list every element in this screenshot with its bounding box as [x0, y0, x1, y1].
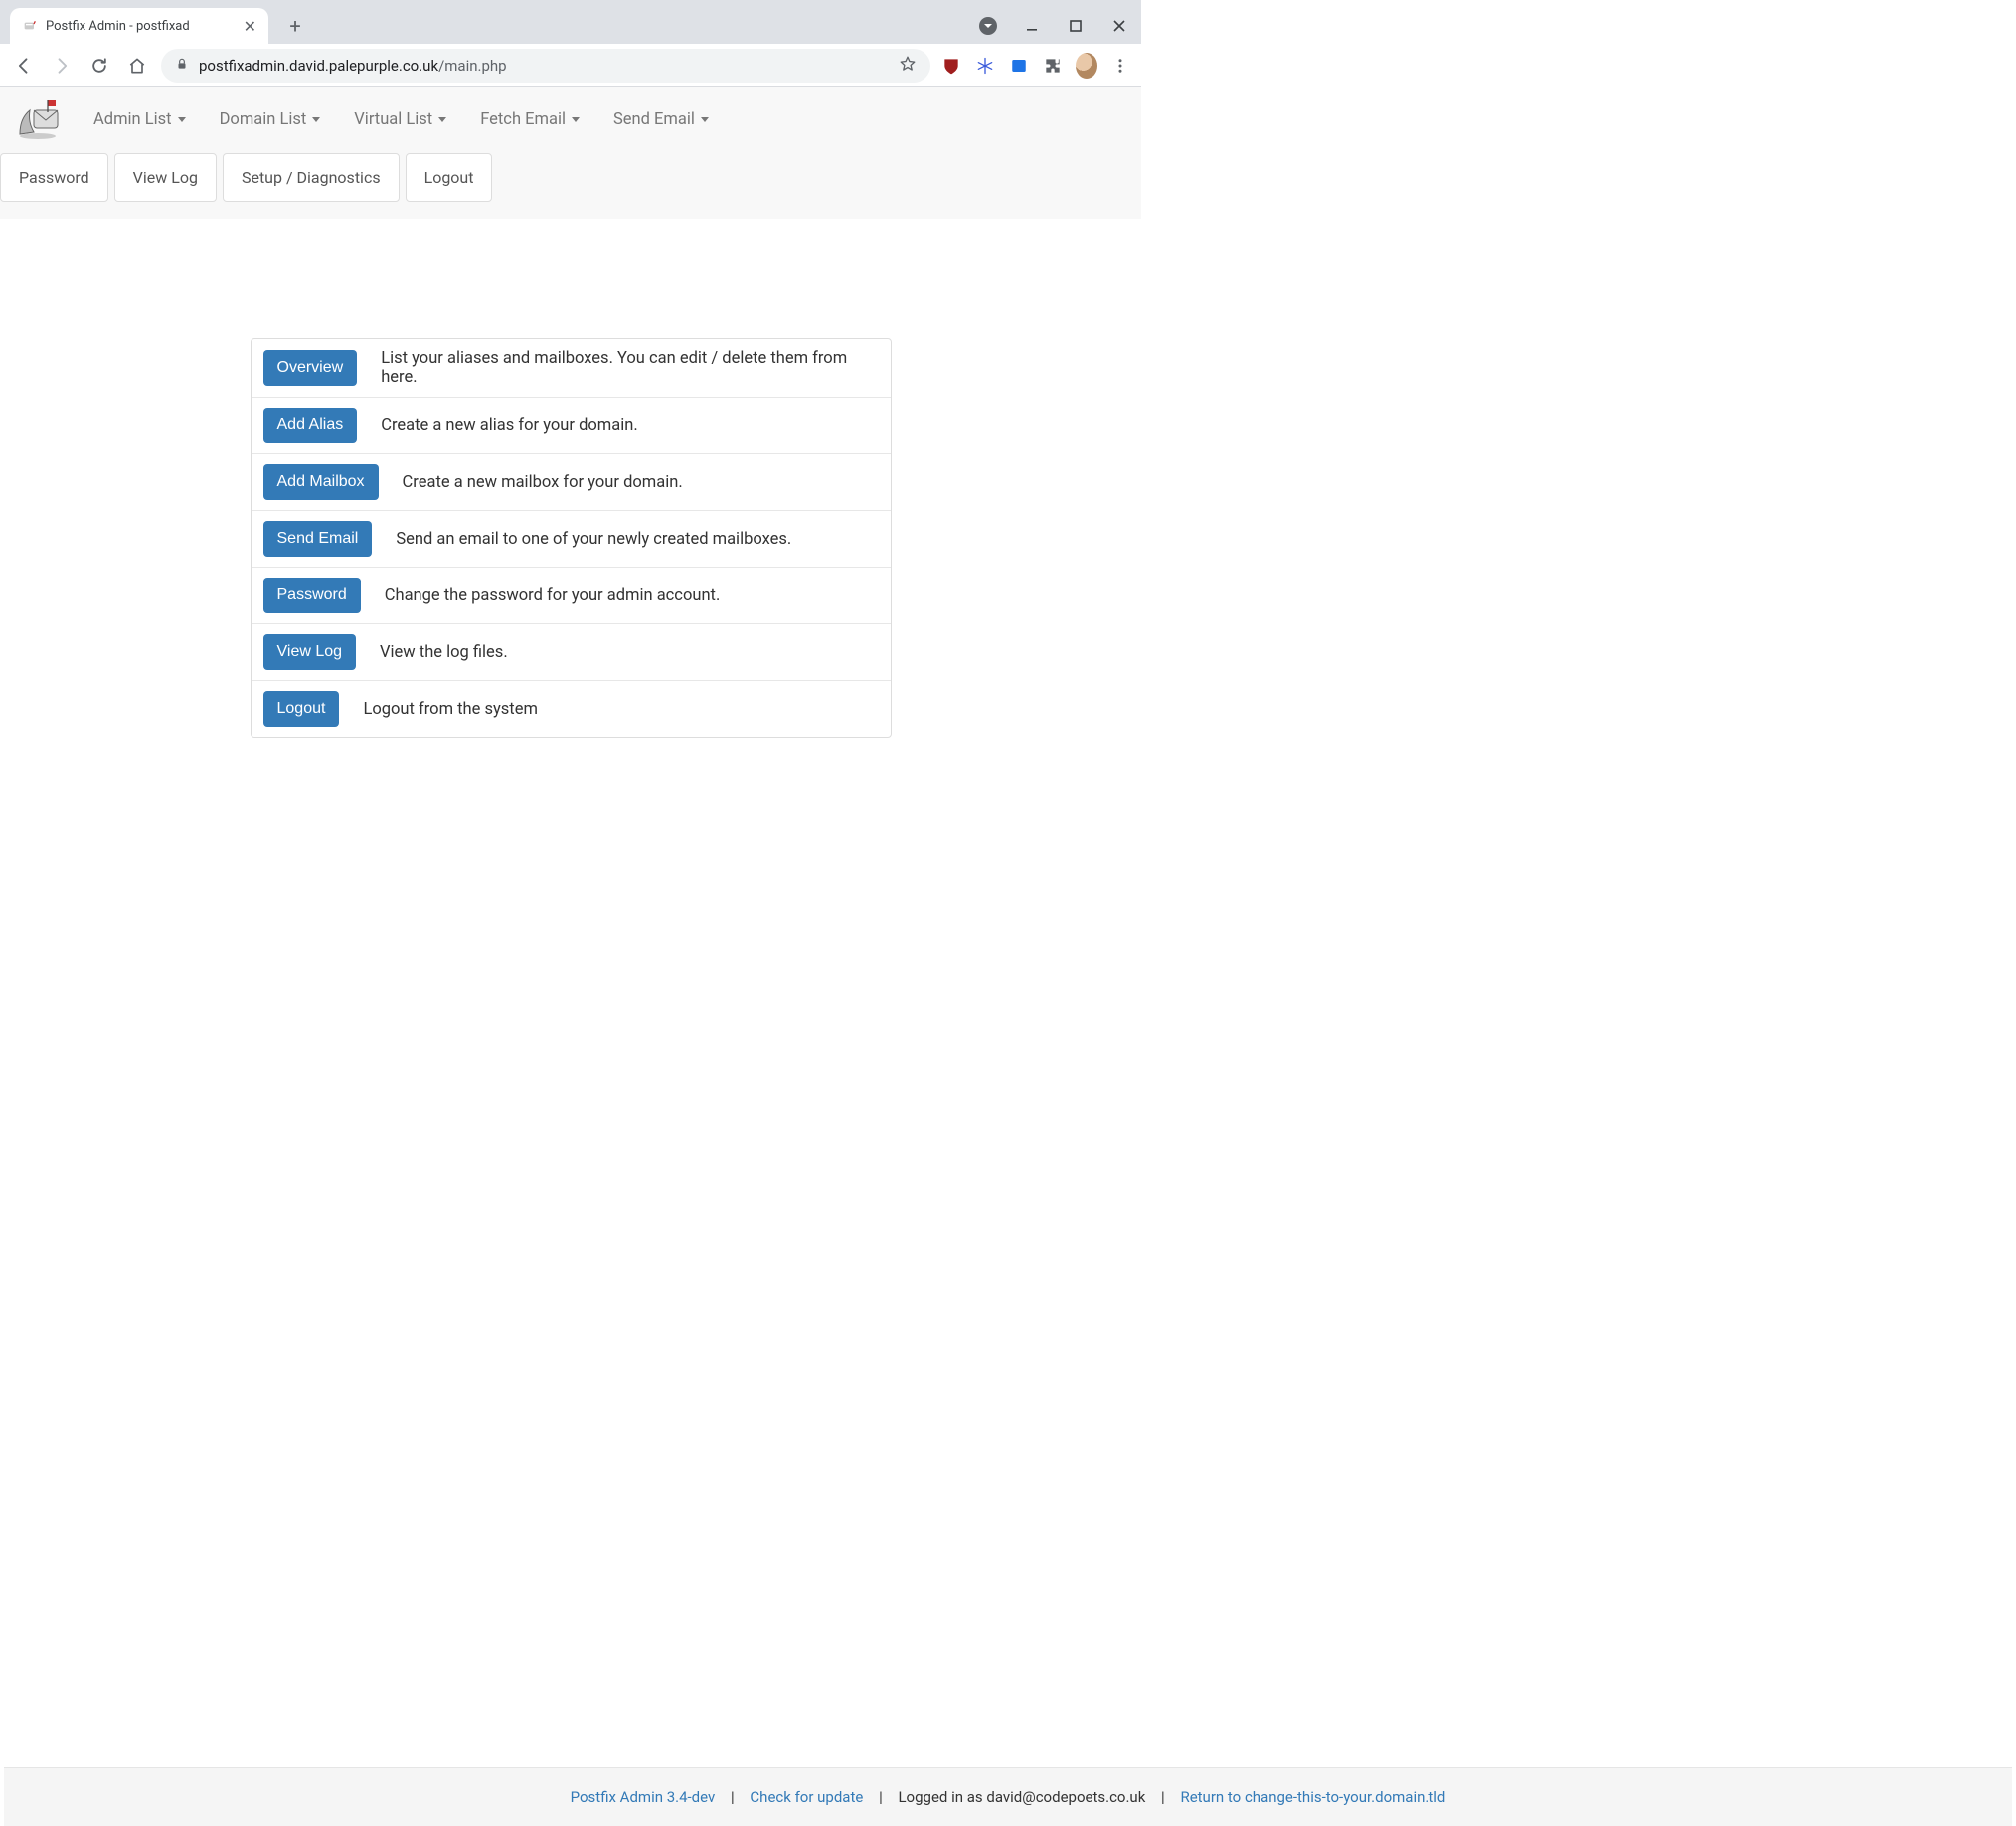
footer-version-link[interactable]: Postfix Admin 3.4-dev	[571, 1788, 716, 1806]
tab-view-log[interactable]: View Log	[114, 153, 217, 202]
browser-toolbar: postfixadmin.david.palepurple.co.uk/main…	[0, 44, 1141, 87]
view-log-button[interactable]: View Log	[263, 634, 357, 670]
caret-down-icon	[572, 117, 580, 122]
nav-item-admin-list[interactable]: Admin List	[87, 98, 192, 141]
action-row-logout: Logout Logout from the system	[252, 681, 891, 737]
nav-right-tabs: Password View Log Setup / Diagnostics Lo…	[0, 153, 1141, 202]
browser-chrome: Postfix Admin - postfixad ✕ +	[0, 0, 1141, 87]
snowflake-icon[interactable]	[974, 55, 996, 77]
page-body: Admin List Domain List Virtual List Fetc…	[0, 87, 1141, 738]
nav-item-label: Admin List	[93, 110, 172, 129]
logout-button[interactable]: Logout	[263, 691, 340, 727]
window-maximize-icon[interactable]	[1054, 8, 1097, 44]
close-icon[interactable]: ✕	[244, 17, 256, 36]
footer-check-update-link[interactable]: Check for update	[750, 1788, 863, 1806]
action-row-password: Password Change the password for your ad…	[252, 568, 891, 624]
action-desc: Send an email to one of your newly creat…	[396, 530, 791, 549]
browser-tab[interactable]: Postfix Admin - postfixad ✕	[10, 8, 268, 44]
action-desc: Logout from the system	[363, 700, 537, 719]
back-button[interactable]	[10, 52, 38, 80]
url-text: postfixadmin.david.palepurple.co.uk/main…	[199, 57, 507, 75]
action-row-add-mailbox: Add Mailbox Create a new mailbox for you…	[252, 454, 891, 511]
tab-strip: Postfix Admin - postfixad ✕ +	[0, 0, 1141, 44]
tab-title: Postfix Admin - postfixad	[46, 19, 236, 34]
url-host: postfixadmin.david.palepurple.co.uk	[199, 57, 438, 75]
action-desc: View the log files.	[380, 643, 508, 662]
window-close-icon[interactable]	[1097, 8, 1141, 44]
nav-item-domain-list[interactable]: Domain List	[214, 98, 327, 141]
tab-password[interactable]: Password	[0, 153, 108, 202]
tab-logout[interactable]: Logout	[406, 153, 493, 202]
forward-button[interactable]	[48, 52, 76, 80]
action-row-overview: Overview List your aliases and mailboxes…	[252, 339, 891, 398]
reload-button[interactable]	[85, 52, 113, 80]
profile-avatar[interactable]	[1076, 55, 1097, 77]
action-desc: Create a new alias for your domain.	[381, 416, 638, 435]
footer-logged-in-user: david@codepoets.co.uk	[986, 1788, 1145, 1806]
lock-icon	[175, 57, 189, 75]
footer-logged-in-prefix: Logged in as	[898, 1788, 986, 1806]
nav-item-fetch-email[interactable]: Fetch Email	[474, 98, 586, 141]
tab-favicon	[22, 18, 38, 34]
overview-button[interactable]: Overview	[263, 350, 358, 386]
window-minimize-icon[interactable]	[1010, 8, 1054, 44]
footer-sep: |	[1161, 1788, 1165, 1806]
send-email-button[interactable]: Send Email	[263, 521, 373, 557]
action-desc: List your aliases and mailboxes. You can…	[381, 349, 878, 387]
url-path: /main.php	[438, 57, 507, 75]
nav-item-virtual-list[interactable]: Virtual List	[348, 98, 452, 141]
address-bar[interactable]: postfixadmin.david.palepurple.co.uk/main…	[161, 49, 930, 83]
bookmark-star-icon[interactable]	[899, 55, 917, 77]
footer-sep: |	[879, 1788, 883, 1806]
new-tab-button[interactable]: +	[280, 11, 310, 41]
caret-down-icon	[438, 117, 446, 122]
extensions-row	[940, 55, 1131, 77]
password-button[interactable]: Password	[263, 578, 361, 613]
nav-item-label: Virtual List	[354, 110, 432, 129]
nav-menu: Admin List Domain List Virtual List Fetc…	[87, 98, 715, 141]
window-controls	[966, 8, 1141, 44]
action-desc: Create a new mailbox for your domain.	[403, 473, 683, 492]
action-row-add-alias: Add Alias Create a new alias for your do…	[252, 398, 891, 454]
nav-item-label: Send Email	[613, 110, 695, 129]
footer-logged-in: Logged in as david@codepoets.co.uk	[898, 1788, 1145, 1806]
add-mailbox-button[interactable]: Add Mailbox	[263, 464, 379, 500]
extensions-puzzle-icon[interactable]	[1042, 55, 1064, 77]
footer-return-link[interactable]: Return to change-this-to-your.domain.tld	[1180, 1788, 1445, 1806]
home-button[interactable]	[123, 52, 151, 80]
caret-down-icon	[701, 117, 709, 122]
caret-down-icon	[178, 117, 186, 122]
app-menu-icon[interactable]	[966, 8, 1010, 44]
footer: Postfix Admin 3.4-dev | Check for update…	[4, 1767, 2012, 1826]
actions-panel: Overview List your aliases and mailboxes…	[251, 338, 892, 738]
square-blue-icon[interactable]	[1008, 55, 1030, 77]
footer-sep: |	[731, 1788, 735, 1806]
add-alias-button[interactable]: Add Alias	[263, 408, 358, 443]
caret-down-icon	[312, 117, 320, 122]
action-row-view-log: View Log View the log files.	[252, 624, 891, 681]
app-logo[interactable]	[12, 97, 68, 141]
action-desc: Change the password for your admin accou…	[385, 586, 721, 605]
nav-item-label: Domain List	[220, 110, 307, 129]
main-content: Overview List your aliases and mailboxes…	[0, 219, 1141, 738]
nav-item-send-email[interactable]: Send Email	[607, 98, 715, 141]
kebab-menu-icon[interactable]	[1109, 55, 1131, 77]
navbar: Admin List Domain List Virtual List Fetc…	[0, 87, 1141, 141]
tab-setup-diagnostics[interactable]: Setup / Diagnostics	[223, 153, 400, 202]
nav-item-label: Fetch Email	[480, 110, 566, 129]
ublock-icon[interactable]	[940, 55, 962, 77]
action-row-send-email: Send Email Send an email to one of your …	[252, 511, 891, 568]
app-header: Admin List Domain List Virtual List Fetc…	[0, 87, 1141, 219]
